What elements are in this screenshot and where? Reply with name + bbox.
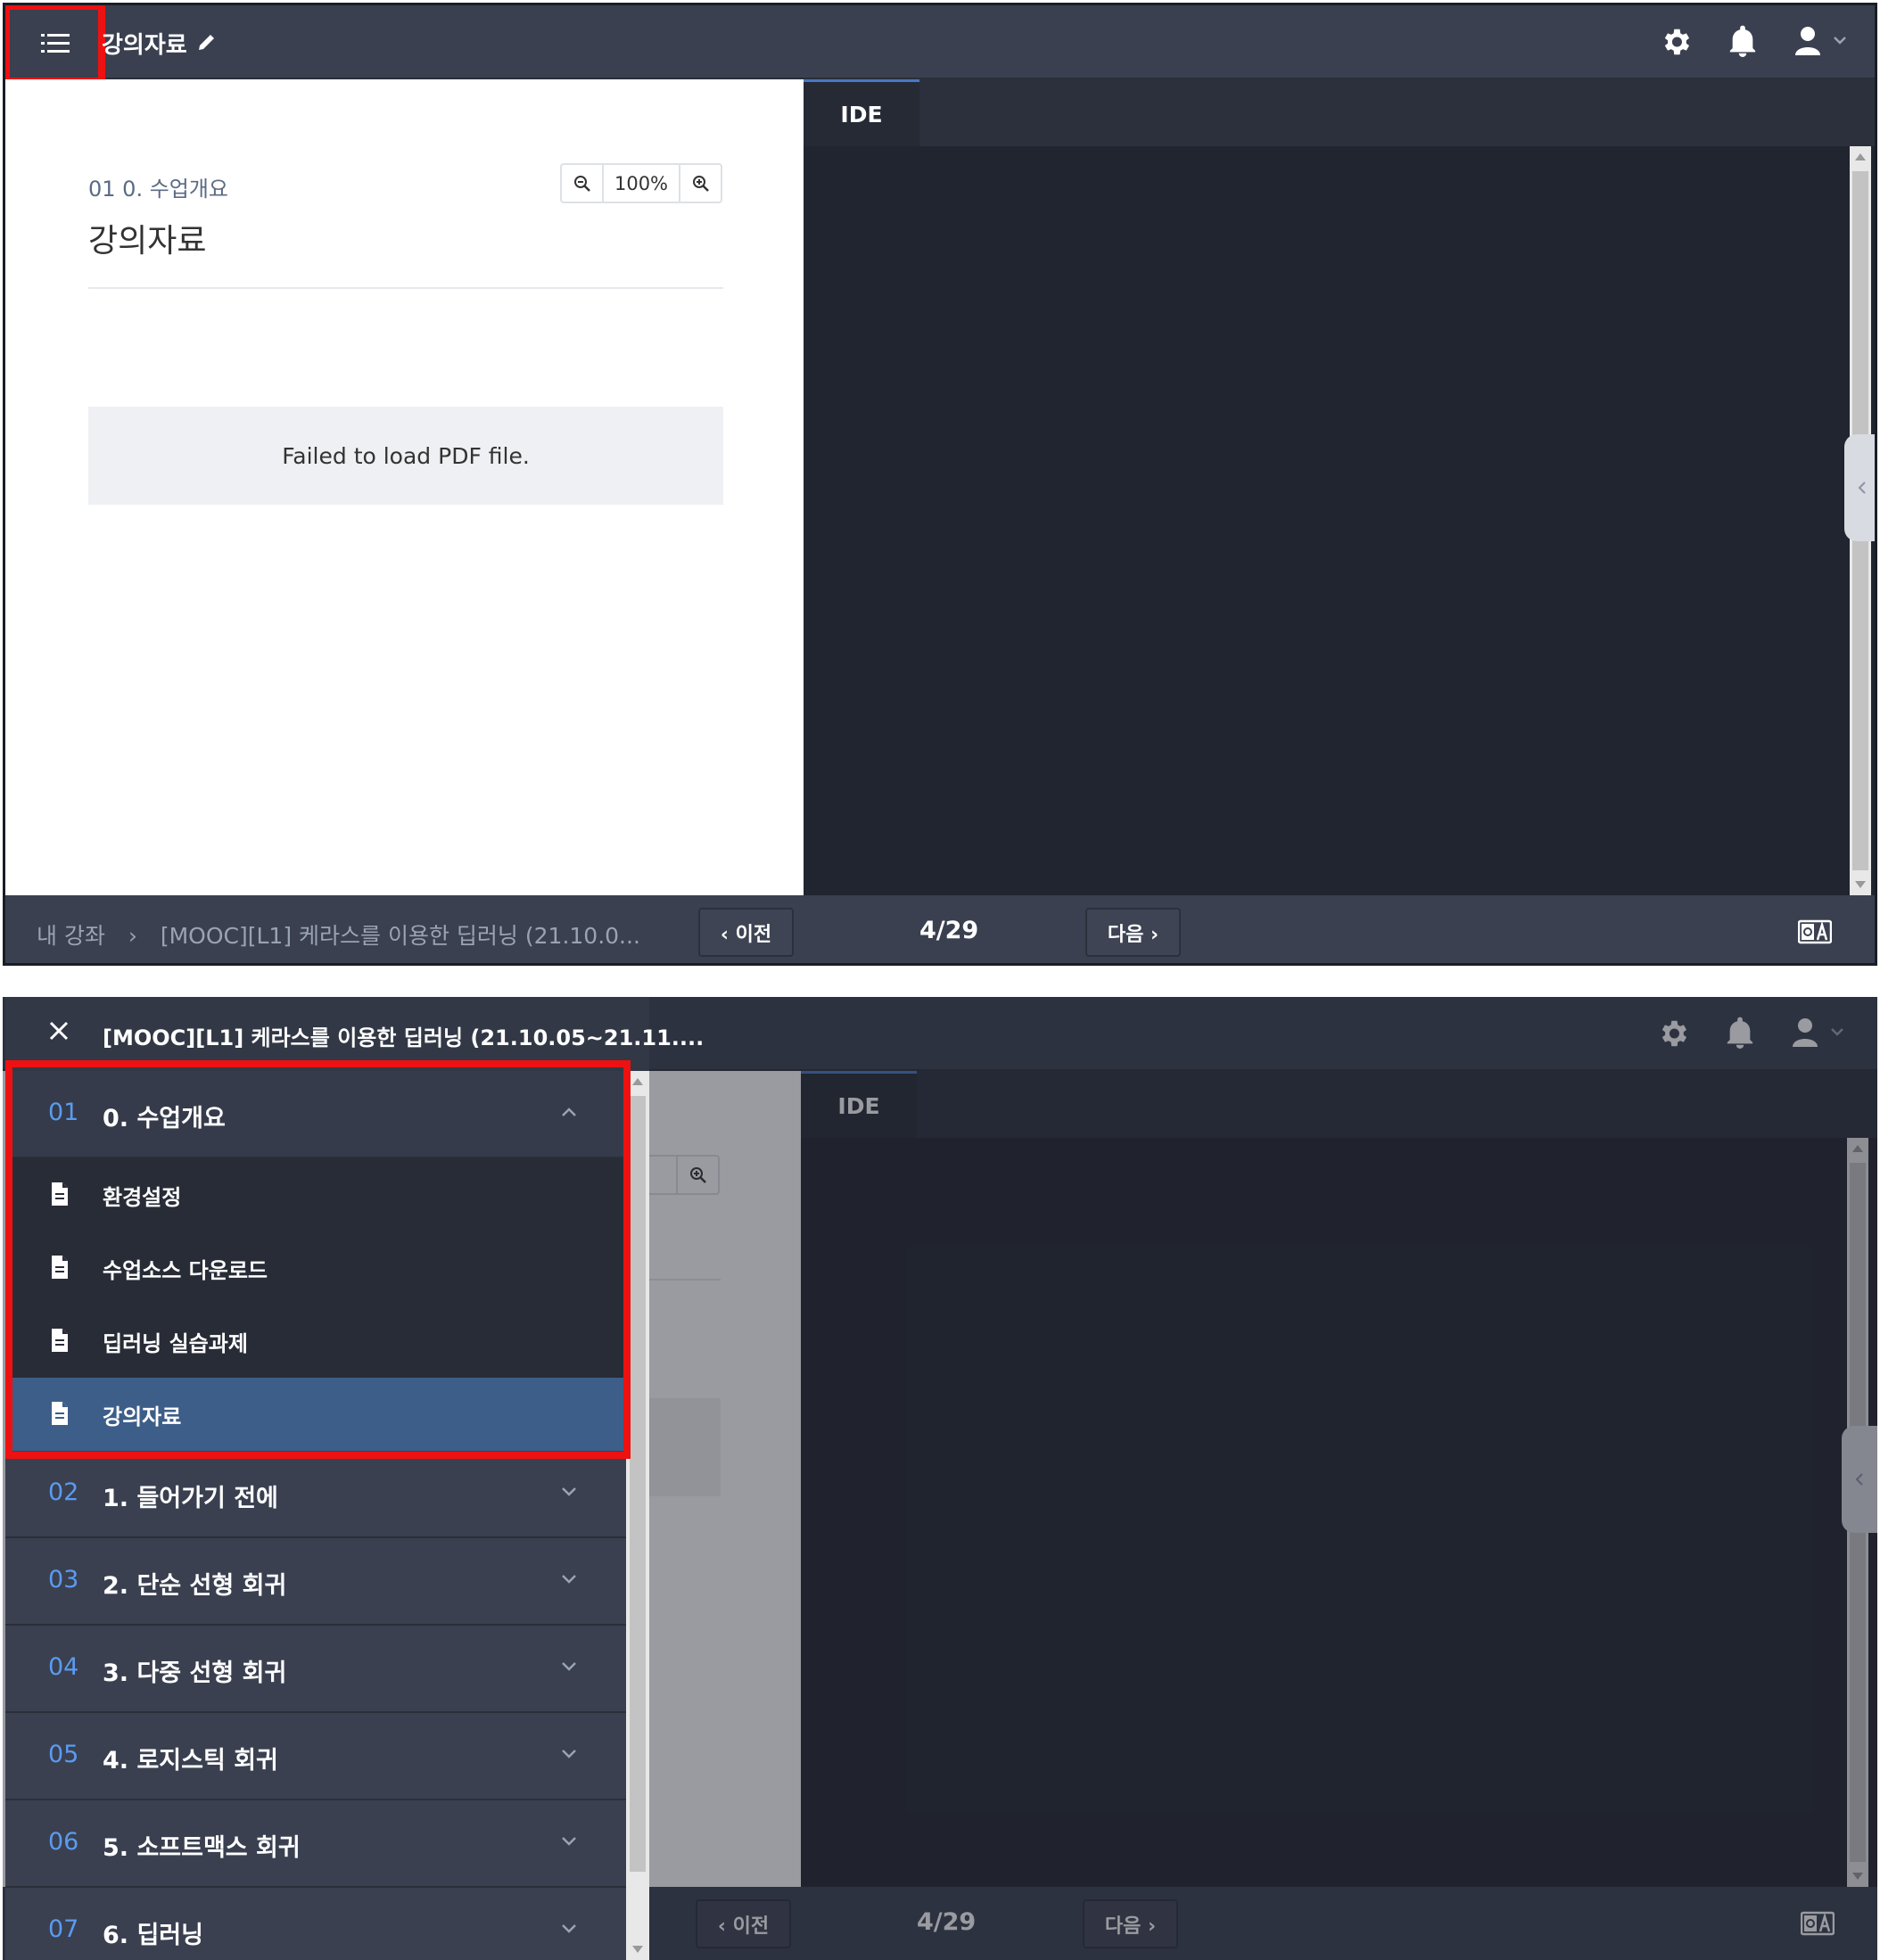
chevron-down-icon (562, 1662, 576, 1671)
chevron-left-icon (1858, 482, 1866, 494)
ide-pane: IDE (804, 79, 1875, 895)
top-screen: 강의자료 01 0. 수업개요 강의자료 100% Failed to load… (3, 3, 1877, 966)
zoom-level: 100% (602, 165, 680, 202)
section-number: 02 (48, 1478, 79, 1506)
document-pane: 01 0. 수업개요 강의자료 100% Failed to load PDF … (5, 79, 804, 895)
edit-icon[interactable] (197, 32, 217, 52)
panel-collapse-handle[interactable] (1844, 434, 1875, 541)
prev-button[interactable]: ‹ 이전 (698, 908, 794, 957)
section-number: 03 (48, 1566, 79, 1594)
section-label: 3. 다중 선형 회귀 (103, 1659, 287, 1687)
section-07[interactable]: 07 6. 딥러닝 (5, 1888, 626, 1960)
user-icon (1795, 27, 1846, 55)
outline-highlight-box (5, 1060, 631, 1459)
qa-icon[interactable] (1798, 918, 1832, 945)
drawer-title: [MOOC][L1] 케라스를 이용한 딥러닝 (21.10.05~21.11.… (103, 1025, 705, 1050)
scroll-up-arrow[interactable] (632, 1078, 643, 1085)
zoom-out-button[interactable] (562, 165, 602, 202)
section-label: 1. 들어가기 전에 (103, 1485, 278, 1512)
close-icon[interactable] (48, 1020, 70, 1042)
page-title: 강의자료 (102, 32, 187, 59)
section-06[interactable]: 06 5. 소프트맥스 회귀 (5, 1800, 626, 1888)
scroll-down-arrow[interactable] (1855, 881, 1866, 888)
section-number: 05 (48, 1741, 79, 1768)
section-03[interactable]: 03 2. 단순 선형 회귀 (5, 1538, 626, 1626)
chevron-down-icon (562, 1924, 576, 1933)
user-menu[interactable] (1795, 25, 1851, 57)
doc-title: 강의자료 (88, 223, 207, 259)
bell-icon[interactable] (1727, 25, 1758, 59)
menu-highlight-box (5, 5, 105, 85)
breadcrumb-home[interactable]: 내 강좌 (37, 923, 105, 949)
divider (88, 287, 723, 289)
section-05[interactable]: 05 4. 로지스틱 회귀 (5, 1713, 626, 1800)
page-indicator: 4/29 (919, 917, 979, 944)
section-02[interactable]: 02 1. 들어가기 전에 (5, 1451, 626, 1538)
footer-breadcrumb: 내 강좌 › [MOOC][L1] 케라스를 이용한 딥러닝 (21.10.0.… (37, 918, 640, 951)
section-number: 04 (48, 1653, 79, 1681)
scroll-up-arrow[interactable] (1855, 153, 1866, 161)
gear-icon[interactable] (1659, 25, 1693, 59)
breadcrumb-course[interactable]: [MOOC][L1] 케라스를 이용한 딥러닝 (21.10.0... (161, 923, 640, 949)
ide-tab-strip: IDE (804, 79, 1875, 146)
next-button[interactable]: 다음 › (1085, 908, 1181, 957)
chevron-down-icon (562, 1750, 576, 1758)
chevron-down-icon (562, 1575, 576, 1584)
tab-ide[interactable]: IDE (804, 79, 919, 146)
pdf-error-message: Failed to load PDF file. (88, 407, 723, 505)
zoom-in-icon (692, 175, 709, 192)
zoom-out-icon (573, 175, 590, 192)
chevron-down-icon (562, 1837, 576, 1846)
section-label: 4. 로지스틱 회귀 (103, 1747, 278, 1775)
header-bar: 강의자료 (5, 5, 1875, 85)
section-label: 5. 소프트맥스 회귀 (103, 1834, 301, 1862)
section-04[interactable]: 04 3. 다중 선형 회귀 (5, 1626, 626, 1713)
bottom-screen: % IDE ‹ 이전 4/29 다음 › (3, 997, 1877, 1960)
course-outline-drawer: [MOOC][L1] 케라스를 이용한 딥러닝 (21.10.05~21.11.… (5, 997, 704, 1960)
zoom-control: 100% (560, 163, 722, 203)
breadcrumb-separator: › (128, 923, 137, 949)
section-label: 6. 딥러닝 (103, 1922, 203, 1949)
zoom-in-button[interactable] (680, 165, 721, 202)
footer-bar: 내 강좌 › [MOOC][L1] 케라스를 이용한 딥러닝 (21.10.0.… (5, 895, 1875, 963)
chevron-down-icon (562, 1487, 576, 1496)
section-number: 07 (48, 1915, 79, 1943)
scroll-down-arrow[interactable] (632, 1946, 643, 1953)
section-label: 2. 단순 선형 회귀 (103, 1572, 287, 1600)
scroll-thumb[interactable] (630, 1096, 646, 1872)
section-number: 06 (48, 1828, 79, 1856)
doc-breadcrumb: 01 0. 수업개요 (88, 177, 229, 202)
